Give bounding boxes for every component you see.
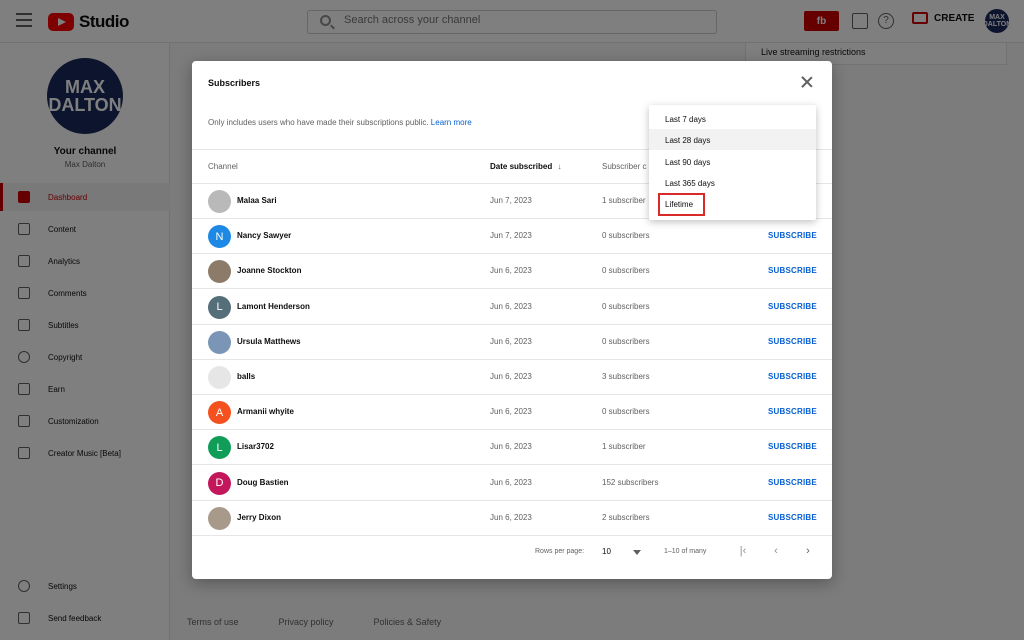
- subscriber-count: 0 subscribers: [602, 266, 650, 276]
- table-row: N Nancy Sawyer Jun 7, 2023 0 subscribers SUB…: [192, 219, 832, 255]
- first-page-icon[interactable]: |‹: [737, 545, 749, 557]
- subscriber-name[interactable]: Malaa Sari: [237, 196, 277, 205]
- close-icon[interactable]: [800, 75, 814, 89]
- subscriber-name[interactable]: Ursula Matthews: [237, 337, 301, 346]
- subscriber-name[interactable]: Armanii whyite: [237, 407, 294, 416]
- table-row: A Armanii whyite Jun 6, 2023 0 subscribers S…: [192, 395, 832, 431]
- avatar[interactable]: N: [208, 225, 231, 249]
- subscriber-name[interactable]: Nancy Sawyer: [237, 231, 291, 240]
- column-header-date-label: Date subscribed: [490, 162, 553, 171]
- subscribe-button[interactable]: SUBSCRIBE: [768, 478, 817, 487]
- pagination: Rows per page: 10 1–10 of many |‹ ‹ ›: [192, 538, 832, 568]
- column-header-subscribers[interactable]: Subscriber c: [602, 162, 646, 171]
- table-row: L Lisar3702 Jun 6, 2023 1 subscriber SUBSCRI…: [192, 430, 832, 466]
- rows-per-page-select[interactable]: 10: [602, 547, 611, 556]
- avatar[interactable]: [208, 260, 231, 284]
- subscriber-name[interactable]: Jerry Dixon: [237, 513, 281, 522]
- subscribe-button[interactable]: SUBSCRIBE: [768, 372, 817, 381]
- subscriber-count: 0 subscribers: [602, 407, 650, 417]
- subscriber-count: 0 subscribers: [602, 301, 650, 311]
- subscribe-button[interactable]: SUBSCRIBE: [768, 231, 817, 240]
- previous-page-icon[interactable]: ‹: [770, 545, 782, 557]
- table-row: D Doug Bastien Jun 6, 2023 152 subscribers S…: [192, 466, 832, 501]
- subscriber-count: 152 subscribers: [602, 477, 659, 487]
- next-page-icon[interactable]: ›: [802, 545, 814, 557]
- learn-more-link[interactable]: Learn more: [431, 118, 472, 127]
- column-header-channel: Channel: [208, 162, 238, 171]
- menu-item-label: Last 90 days: [665, 158, 711, 167]
- subscriber-name[interactable]: Joanne Stockton: [237, 266, 301, 275]
- subscriber-count: 0 subscribers: [602, 336, 650, 346]
- table-row: Joanne Stockton Jun 6, 2023 0 subscribers S…: [192, 254, 832, 290]
- menu-item-last-7-days[interactable]: Last 7 days: [649, 108, 816, 129]
- dialog-note: Only includes users who have made their …: [208, 118, 472, 127]
- subscribed-date: Jun 6, 2023: [490, 372, 532, 381]
- subscribed-date: Jun 6, 2023: [490, 301, 532, 311]
- subscribe-button[interactable]: SUBSCRIBE: [768, 407, 817, 416]
- column-header-date[interactable]: Date subscribed ↓: [490, 162, 561, 171]
- avatar[interactable]: [208, 506, 231, 530]
- menu-item-last-28-days[interactable]: Last 28 days: [649, 129, 816, 150]
- avatar[interactable]: L: [208, 436, 231, 460]
- subscriber-name[interactable]: Lamont Henderson: [237, 302, 310, 311]
- avatar[interactable]: L: [208, 295, 231, 319]
- subscribed-date: Jun 6, 2023: [490, 266, 532, 276]
- subscriber-name[interactable]: balls: [237, 372, 255, 381]
- table-row: Jerry Dixon Jun 6, 2023 2 subscribers SUBSC…: [192, 501, 832, 536]
- subscriber-count: 3 subscribers: [602, 372, 650, 381]
- arrow-down-icon: ↓: [557, 162, 562, 171]
- note-text: Only includes users who have made their …: [208, 118, 429, 127]
- subscriber-count: 0 subscribers: [602, 231, 650, 241]
- subscriber-name[interactable]: Lisar3702: [237, 442, 274, 451]
- table-row: L Lamont Henderson Jun 6, 2023 0 subscriber…: [192, 290, 832, 325]
- avatar[interactable]: A: [208, 401, 231, 425]
- subscribed-date: Jun 6, 2023: [490, 442, 532, 452]
- subscribe-button[interactable]: SUBSCRIBE: [768, 302, 817, 311]
- subscribe-button[interactable]: SUBSCRIBE: [768, 266, 817, 275]
- menu-item-last-365-days[interactable]: Last 365 days: [649, 172, 816, 193]
- subscriber-name[interactable]: Doug Bastien: [237, 478, 289, 487]
- avatar[interactable]: [208, 190, 231, 213]
- table-row: Ursula Matthews Jun 6, 2023 0 subscribers S…: [192, 325, 832, 360]
- subscribe-button[interactable]: SUBSCRIBE: [768, 337, 817, 346]
- rows-per-page-label: Rows per page:: [535, 548, 585, 555]
- avatar[interactable]: D: [208, 471, 231, 495]
- subscribed-date: Jun 7, 2023: [490, 196, 532, 205]
- menu-item-label: Last 7 days: [665, 115, 706, 124]
- page-range: 1–10 of many: [664, 548, 707, 555]
- subscribed-date: Jun 6, 2023: [490, 407, 532, 417]
- table-row: balls Jun 6, 2023 3 subscribers SUBSCRIBE: [192, 360, 832, 395]
- menu-item-label: Last 28 days: [665, 136, 711, 145]
- subscribed-date: Jun 6, 2023: [490, 477, 532, 487]
- highlight-box: [658, 193, 705, 216]
- menu-item-label: Last 365 days: [665, 179, 715, 188]
- dialog-title: Subscribers: [208, 78, 261, 88]
- avatar[interactable]: [208, 330, 231, 354]
- dropdown-arrow-icon[interactable]: [633, 550, 641, 555]
- subscriber-count: 2 subscribers: [602, 512, 650, 522]
- subscribed-date: Jun 6, 2023: [490, 336, 532, 346]
- subscriber-count: 1 subscriber: [602, 442, 646, 452]
- subscribe-button[interactable]: SUBSCRIBE: [768, 442, 817, 451]
- subscribed-date: Jun 6, 2023: [490, 512, 532, 522]
- menu-item-last-90-days[interactable]: Last 90 days: [649, 151, 816, 172]
- subscribe-button[interactable]: SUBSCRIBE: [768, 513, 817, 522]
- subscribed-date: Jun 7, 2023: [490, 231, 532, 241]
- subscriber-count: 1 subscriber: [602, 196, 646, 205]
- avatar[interactable]: [208, 366, 231, 389]
